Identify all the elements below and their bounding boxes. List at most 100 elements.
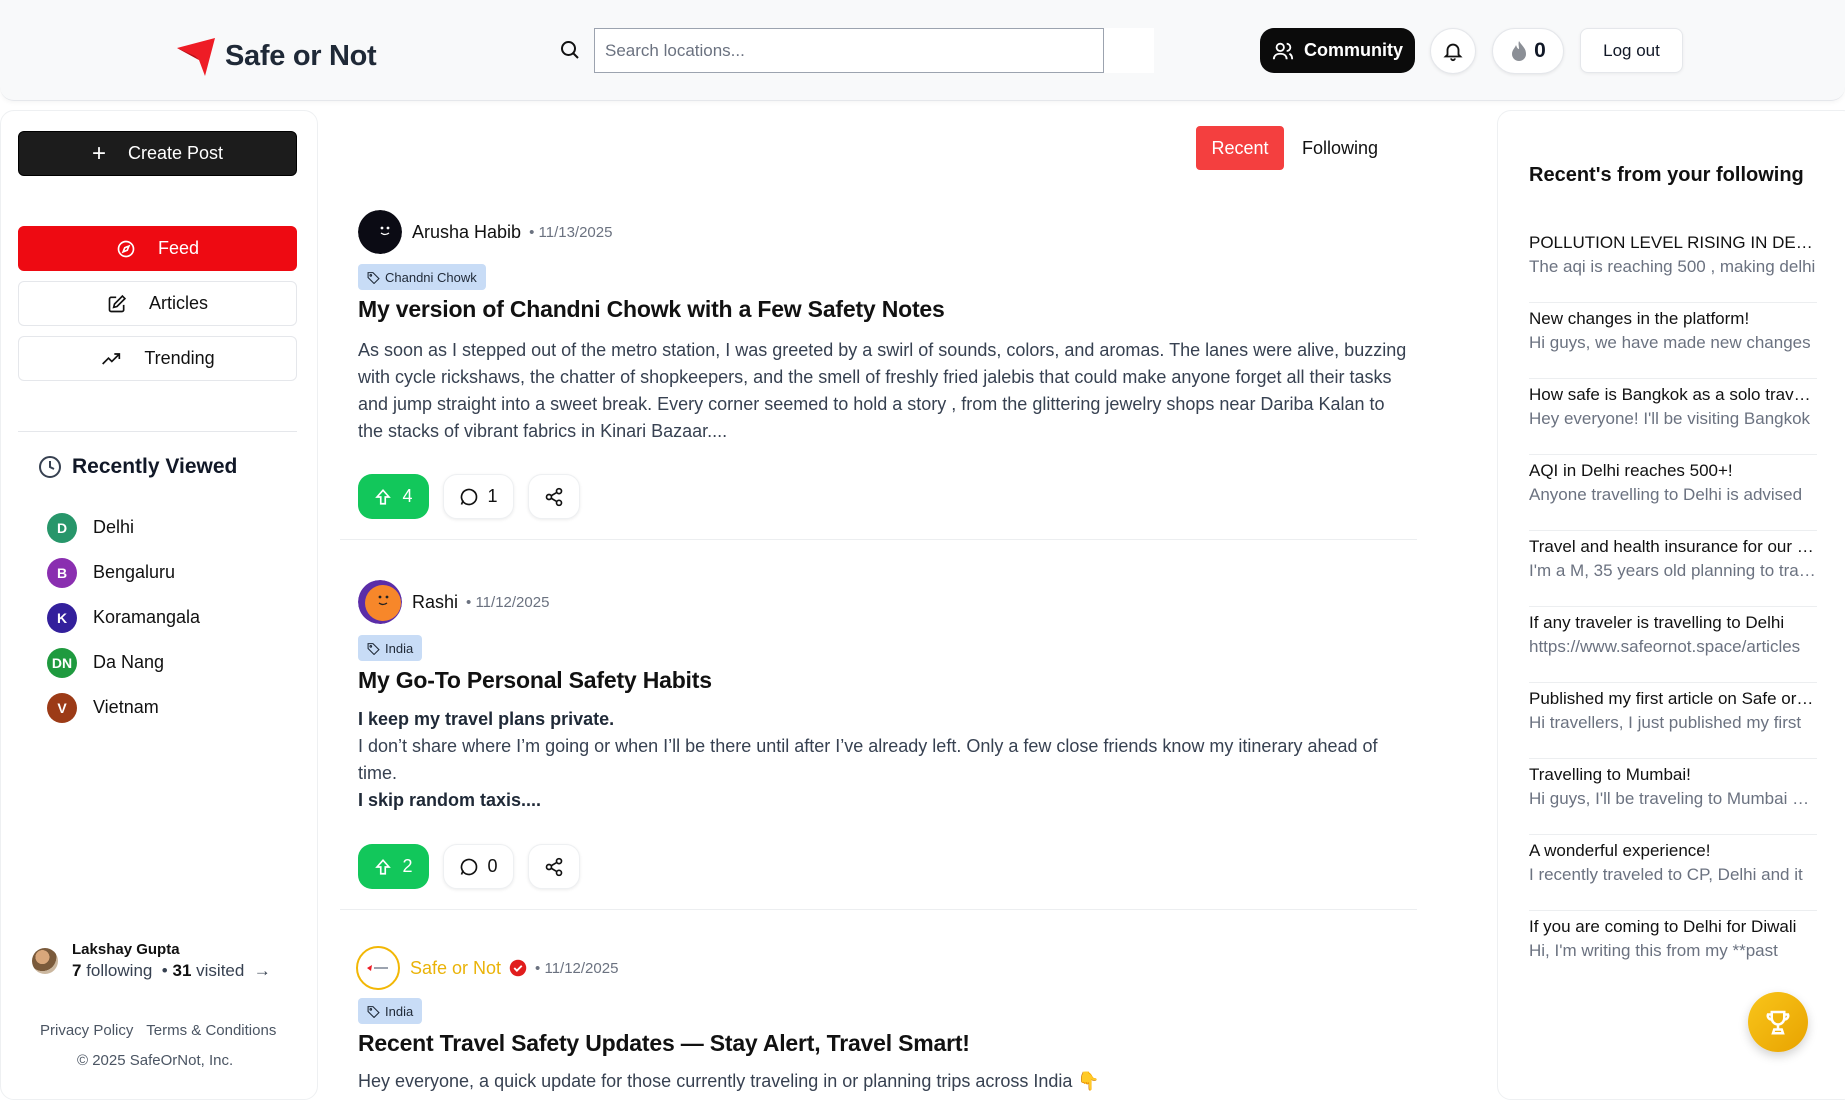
post-header: Safe or Not • 11/12/2025 — [356, 946, 618, 990]
sidebar-item-trending[interactable]: Trending — [18, 336, 297, 381]
item-snippet: I recently traveled to CP, Delhi and it — [1529, 865, 1803, 884]
item-title: How safe is Bangkok as a solo traveler — [1529, 385, 1817, 404]
arrow-right-icon: → — [253, 961, 271, 980]
bell-icon — [1443, 43, 1463, 62]
sidebar-item-label: Feed — [157, 238, 200, 258]
sidebar-item-label: Articles — [148, 293, 208, 313]
item-title: Published my first article on Safe or No… — [1529, 689, 1817, 708]
logout-button[interactable]: Log out — [1580, 28, 1683, 73]
upvote-count: 2 — [402, 856, 413, 876]
item-title: A wonderful experience! — [1529, 841, 1711, 860]
search-input[interactable] — [594, 28, 1104, 73]
edit-icon — [108, 294, 127, 312]
community-button[interactable]: Community — [1260, 28, 1415, 73]
sidebar-item-feed[interactable]: Feed — [18, 226, 297, 271]
recently-viewed-title: Recently Viewed — [72, 455, 238, 478]
location-name: Delhi — [93, 517, 135, 537]
trophy-icon — [1766, 1010, 1790, 1035]
list-item[interactable]: New changes in the platform! Hi guys, we … — [1529, 303, 1817, 379]
leaderboard-button[interactable] — [1748, 992, 1808, 1052]
list-item[interactable]: If you are coming to Delhi for Diwali Hi,… — [1529, 911, 1817, 987]
list-item[interactable]: A wonderful experience! I recently travel… — [1529, 835, 1817, 911]
comment-icon — [461, 858, 478, 875]
location-tag[interactable]: India — [358, 635, 423, 661]
location-name: Da Nang — [93, 652, 165, 672]
upvote-button[interactable]: 2 — [358, 844, 429, 889]
location-avatar: B — [47, 557, 77, 588]
comment-icon — [461, 488, 478, 505]
avatar[interactable] — [358, 580, 402, 624]
recently-viewed-heading: Recently Viewed — [38, 455, 237, 479]
post-author[interactable]: Arusha Habib — [412, 222, 521, 243]
list-item[interactable]: POLLUTION LEVEL RISING IN DELHI The aqi i… — [1529, 227, 1817, 303]
post-title[interactable]: Recent Travel Safety Updates — Stay Aler… — [358, 1030, 970, 1057]
item-title: POLLUTION LEVEL RISING IN DELHI — [1529, 233, 1817, 252]
post-body-bold: I keep my travel plans private. — [358, 709, 615, 729]
item-title: If you are coming to Delhi for Diwali — [1529, 917, 1797, 936]
copyright: © 2025 SafeOrNot, Inc. — [77, 1052, 234, 1069]
avatar[interactable] — [356, 946, 400, 990]
recently-viewed-item-delhi[interactable]: D Delhi — [47, 505, 200, 550]
list-item[interactable]: How safe is Bangkok as a solo traveler He… — [1529, 379, 1817, 455]
verified-badge-icon — [509, 959, 527, 977]
list-item[interactable]: If any traveler is travelling to Delhi ht… — [1529, 607, 1817, 683]
recently-viewed-item-koramangala[interactable]: K Koramangala — [47, 595, 200, 640]
tab-following[interactable]: Following — [1288, 126, 1392, 170]
post-author[interactable]: Safe or Not — [410, 958, 501, 979]
tab-recent[interactable]: Recent — [1196, 126, 1284, 170]
list-item[interactable]: Travelling to Mumbai! Hi guys, I'll be tr… — [1529, 759, 1817, 835]
top-header: Safe or Not Community 0 Log out — [0, 0, 1845, 101]
post-card: Rashi • 11/12/2025 India My Go-To Person… — [340, 580, 1417, 910]
create-post-label: Create Post — [127, 143, 224, 163]
user-stats: 7 following • 31 visited → — [72, 961, 271, 980]
post-title[interactable]: My version of Chandni Chowk with a Few S… — [358, 296, 945, 323]
comment-button[interactable]: 1 — [443, 474, 514, 519]
streak-button[interactable]: 0 — [1492, 28, 1564, 74]
post-author[interactable]: Rashi — [412, 592, 458, 613]
brand-logo-mini-icon — [367, 965, 388, 971]
comment-count: 0 — [487, 856, 498, 876]
recently-viewed-item-da-nang[interactable]: DN Da Nang — [47, 640, 200, 685]
tag-label: Chandni Chowk — [385, 269, 477, 285]
post-body: I keep my travel plans private. I don’t … — [358, 706, 1408, 814]
item-snippet: Hi travellers, I just published my first — [1529, 713, 1802, 732]
arrow-up-icon — [375, 488, 392, 505]
terms-link[interactable]: Terms & Conditions — [146, 1022, 276, 1039]
list-item[interactable]: Travel and health insurance for our trip… — [1529, 531, 1817, 607]
following-recent-heading: Recent's from your following — [1529, 164, 1804, 186]
location-tag[interactable]: India — [358, 998, 423, 1024]
compass-icon — [117, 240, 135, 257]
sidebar-item-articles[interactable]: Articles — [18, 281, 297, 326]
privacy-link[interactable]: Privacy Policy — [40, 1022, 133, 1039]
comment-button[interactable]: 0 — [443, 844, 514, 889]
location-name: Vietnam — [93, 697, 159, 717]
location-tag[interactable]: Chandni Chowk — [358, 264, 486, 290]
share-icon — [545, 857, 563, 876]
search-icon[interactable] — [558, 38, 582, 62]
item-title: AQI in Delhi reaches 500+! — [1529, 461, 1733, 480]
location-avatar: K — [47, 602, 77, 633]
item-snippet: Hi guys, we have made new changes — [1529, 333, 1811, 352]
notifications-button[interactable] — [1430, 28, 1476, 74]
upvote-button[interactable]: 4 — [358, 474, 429, 519]
location-avatar: D — [47, 512, 77, 543]
tag-icon — [367, 1005, 380, 1018]
item-snippet: https://www.safeornot.space/articles — [1529, 637, 1801, 656]
recently-viewed-item-bengaluru[interactable]: B Bengaluru — [47, 550, 200, 595]
post-date: • 11/13/2025 — [529, 223, 613, 241]
item-snippet: Hey everyone! I'll be visiting Bangkok — [1529, 409, 1811, 428]
avatar[interactable] — [358, 210, 402, 254]
arrow-up-icon — [375, 858, 392, 875]
share-button[interactable] — [528, 844, 580, 889]
list-item[interactable]: AQI in Delhi reaches 500+! Anyone travell… — [1529, 455, 1817, 531]
brand-logo[interactable]: Safe or Not — [175, 34, 377, 78]
create-post-button[interactable]: + Create Post — [18, 131, 297, 176]
item-snippet: Anyone travelling to Delhi is advised — [1529, 485, 1803, 504]
search-input-addon — [1104, 28, 1154, 73]
user-profile-card[interactable]: Lakshay Gupta 7 following • 31 visited → — [32, 941, 271, 981]
recently-viewed-item-vietnam[interactable]: V Vietnam — [47, 685, 200, 730]
list-item[interactable]: Published my first article on Safe or No… — [1529, 683, 1817, 759]
item-title: Travel and health insurance for our trip — [1529, 537, 1817, 556]
post-title[interactable]: My Go-To Personal Safety Habits — [358, 667, 712, 694]
share-button[interactable] — [528, 474, 580, 519]
